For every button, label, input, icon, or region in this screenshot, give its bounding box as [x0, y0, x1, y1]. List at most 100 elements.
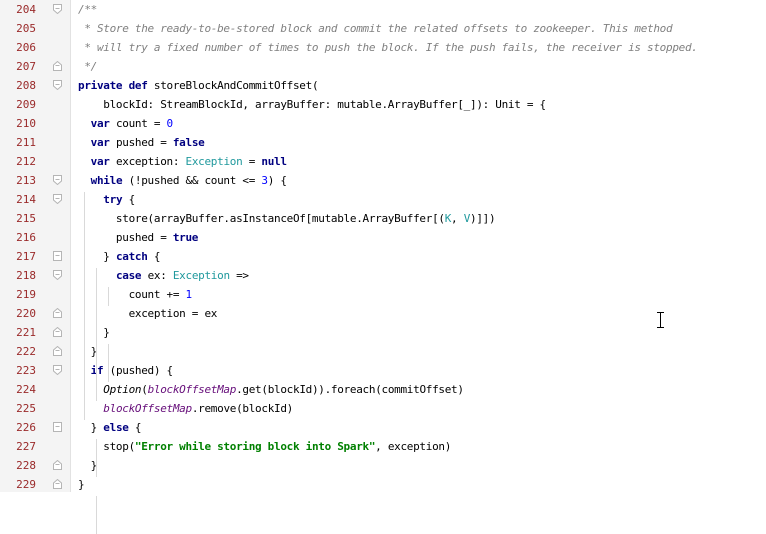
fold-marker-icon[interactable]	[53, 61, 62, 71]
code-text[interactable]: */	[78, 57, 97, 76]
code-text[interactable]: }	[78, 323, 110, 342]
line-number[interactable]: 220	[0, 304, 36, 323]
fold-marker-icon[interactable]	[53, 251, 62, 261]
indent-guide	[96, 268, 97, 401]
code-line[interactable]: 220 exception = ex	[0, 304, 766, 323]
line-number[interactable]: 205	[0, 19, 36, 38]
code-text[interactable]: }	[78, 456, 98, 475]
code-line[interactable]: 227 stop("Error while storing block into…	[0, 437, 766, 456]
code-line[interactable]: 221 }	[0, 323, 766, 342]
code-text[interactable]: * Store the ready-to-be-stored block and…	[78, 19, 672, 38]
line-number[interactable]: 216	[0, 228, 36, 247]
line-number[interactable]: 223	[0, 361, 36, 380]
line-number[interactable]: 206	[0, 38, 36, 57]
code-token: 1	[185, 288, 192, 301]
code-line[interactable]: 206 * will try a fixed number of times t…	[0, 38, 766, 57]
code-text[interactable]: var exception: Exception = null	[78, 152, 287, 171]
code-text[interactable]: blockOffsetMap.remove(blockId)	[78, 399, 293, 418]
line-number[interactable]: 224	[0, 380, 36, 399]
code-text[interactable]: case ex: Exception =>	[78, 266, 249, 285]
code-line[interactable]: 207 */	[0, 57, 766, 76]
line-number[interactable]: 207	[0, 57, 36, 76]
code-line[interactable]: 209 blockId: StreamBlockId, arrayBuffer:…	[0, 95, 766, 114]
code-text[interactable]: var pushed = false	[78, 133, 205, 152]
code-token: /**	[78, 3, 97, 16]
code-token: exception:	[115, 155, 186, 168]
line-number[interactable]: 204	[0, 0, 36, 19]
code-line[interactable]: 223 if (pushed) {	[0, 361, 766, 380]
line-number[interactable]: 213	[0, 171, 36, 190]
code-line[interactable]: 215 store(arrayBuffer.asInstanceOf[mutab…	[0, 209, 766, 228]
line-number[interactable]: 229	[0, 475, 36, 494]
code-line[interactable]: 218 case ex: Exception =>	[0, 266, 766, 285]
code-line[interactable]: 214 try {	[0, 190, 766, 209]
code-text[interactable]: } catch {	[78, 247, 160, 266]
fold-marker-icon[interactable]	[53, 4, 62, 14]
line-number[interactable]: 217	[0, 247, 36, 266]
code-line[interactable]: 213 while (!pushed && count <= 3) {	[0, 171, 766, 190]
line-number[interactable]: 225	[0, 399, 36, 418]
code-line[interactable]: 216 pushed = true	[0, 228, 766, 247]
line-number[interactable]: 208	[0, 76, 36, 95]
line-number[interactable]: 228	[0, 456, 36, 475]
fold-marker-icon[interactable]	[53, 194, 62, 204]
line-number[interactable]: 219	[0, 285, 36, 304]
code-line[interactable]: 204 /**	[0, 0, 766, 19]
fold-marker-icon[interactable]	[53, 346, 62, 356]
code-line[interactable]: 219 count += 1	[0, 285, 766, 304]
code-line[interactable]: 208 private def storeBlockAndCommitOffset…	[0, 76, 766, 95]
code-text[interactable]: }	[78, 475, 85, 494]
line-number[interactable]: 215	[0, 209, 36, 228]
code-line[interactable]: 226 } else {	[0, 418, 766, 437]
line-number[interactable]: 212	[0, 152, 36, 171]
fold-marker-icon[interactable]	[53, 327, 62, 337]
code-text[interactable]: while (!pushed && count <= 3) {	[78, 171, 287, 190]
line-number[interactable]: 222	[0, 342, 36, 361]
code-token: var	[90, 117, 116, 130]
code-line[interactable]: 222 }	[0, 342, 766, 361]
code-token: }	[78, 459, 98, 472]
code-line[interactable]: 224 Option(blockOffsetMap.get(blockId)).…	[0, 380, 766, 399]
line-number[interactable]: 218	[0, 266, 36, 285]
code-line[interactable]: 225 blockOffsetMap.remove(blockId)	[0, 399, 766, 418]
fold-marker-icon[interactable]	[53, 175, 62, 185]
code-text[interactable]: Option(blockOffsetMap.get(blockId)).fore…	[78, 380, 464, 399]
code-text[interactable]: }	[78, 342, 98, 361]
code-text[interactable]: } else {	[78, 418, 142, 437]
fold-marker-icon[interactable]	[53, 422, 62, 432]
code-line[interactable]: 205 * Store the ready-to-be-stored block…	[0, 19, 766, 38]
line-number[interactable]: 209	[0, 95, 36, 114]
fold-marker-icon[interactable]	[53, 270, 62, 280]
code-text[interactable]: var count = 0	[78, 114, 174, 133]
line-number[interactable]: 226	[0, 418, 36, 437]
code-text[interactable]: store(arrayBuffer.asInstanceOf[mutable.A…	[78, 209, 496, 228]
fold-marker-icon[interactable]	[53, 460, 62, 470]
code-editor[interactable]: 204 /** 205 * Store the ready-to-be-stored…	[0, 0, 766, 534]
code-line[interactable]: 210 var count = 0	[0, 114, 766, 133]
line-number[interactable]: 211	[0, 133, 36, 152]
fold-marker-icon[interactable]	[53, 308, 62, 318]
code-text[interactable]: try {	[78, 190, 135, 209]
fold-marker-icon[interactable]	[53, 365, 62, 375]
code-text[interactable]: if (pushed) {	[78, 361, 174, 380]
line-number[interactable]: 214	[0, 190, 36, 209]
code-token: private	[78, 79, 129, 92]
code-line[interactable]: 211 var pushed = false	[0, 133, 766, 152]
line-number[interactable]: 210	[0, 114, 36, 133]
line-number[interactable]: 221	[0, 323, 36, 342]
fold-marker-icon[interactable]	[53, 80, 62, 90]
code-text[interactable]: private def storeBlockAndCommitOffset(	[78, 76, 319, 95]
code-text[interactable]: * will try a fixed number of times to pu…	[78, 38, 698, 57]
code-text[interactable]: pushed = true	[78, 228, 199, 247]
fold-marker-icon[interactable]	[53, 479, 62, 489]
code-text[interactable]: /**	[78, 0, 97, 19]
code-text[interactable]: stop("Error while storing block into Spa…	[78, 437, 451, 456]
code-line[interactable]: 217 } catch {	[0, 247, 766, 266]
code-text[interactable]: exception = ex	[78, 304, 218, 323]
code-line[interactable]: 229}	[0, 475, 766, 494]
code-text[interactable]: blockId: StreamBlockId, arrayBuffer: mut…	[78, 95, 546, 114]
code-line[interactable]: 212 var exception: Exception = null	[0, 152, 766, 171]
code-line[interactable]: 228 }	[0, 456, 766, 475]
line-number[interactable]: 227	[0, 437, 36, 456]
